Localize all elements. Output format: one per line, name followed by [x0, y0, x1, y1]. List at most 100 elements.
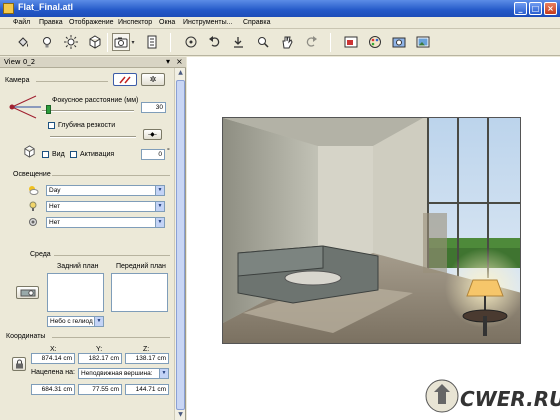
window-title: Flat_Final.atl [18, 2, 74, 12]
viewport[interactable] [187, 57, 560, 420]
foreground-label: Передний план [116, 263, 166, 270]
focal-slider-knob[interactable] [46, 105, 51, 114]
environment-heading: Среда [30, 251, 51, 258]
chevron-down-icon[interactable]: ▼ [94, 317, 103, 326]
foreground-preview[interactable] [111, 273, 168, 312]
camera-icon[interactable] [112, 33, 130, 51]
inspector-panel: View 0_2 ▾ × ▲ ▼ Камера ✲ Фокусное расст… [0, 57, 186, 420]
degree-sign: ° [167, 148, 170, 155]
coordinates-heading: Координаты [6, 333, 46, 340]
spot-light-icon [28, 217, 38, 230]
menu-bar: Файл Правка Отображение Инспектор Окна И… [0, 17, 560, 29]
background-type-value: Небо с гелиод [50, 318, 93, 325]
view-label: Вид [52, 151, 65, 158]
light-bulb-icon[interactable] [38, 33, 56, 51]
palette-icon[interactable] [366, 33, 384, 51]
app-icon [3, 3, 14, 14]
focal-length-label: Фокусное расстояние (мм) [52, 97, 139, 104]
target-x-input[interactable]: 684.31 cm [31, 384, 75, 395]
camera-link-button[interactable] [113, 73, 137, 86]
menu-file[interactable]: Файл [13, 19, 30, 26]
panel-header: View 0_2 ▾ × [0, 57, 186, 68]
focal-length-input[interactable]: 30 [141, 102, 166, 113]
watermark-logo: CWER.RU [425, 379, 560, 413]
activate-checkbox[interactable] [70, 151, 77, 158]
dropdown-icon[interactable]: ▾ [129, 33, 137, 51]
aim-target-value: Неподвижная вершина: [81, 370, 153, 377]
room-render-image [223, 118, 520, 343]
chevron-down-icon[interactable]: ▼ [155, 218, 164, 227]
divider [52, 175, 170, 176]
dof-slider-track[interactable] [50, 136, 136, 138]
camera-render-icon[interactable] [390, 33, 408, 51]
menu-help[interactable]: Справка [243, 19, 270, 26]
menu-edit[interactable]: Правка [39, 19, 63, 26]
divider [36, 81, 108, 82]
zoom-icon[interactable] [254, 33, 272, 51]
scroll-down-arrow[interactable]: ▼ [176, 410, 185, 420]
toolbar-separator [107, 33, 108, 52]
scroll-up-arrow[interactable]: ▲ [176, 68, 185, 78]
light-2-select[interactable]: Нет ▼ [46, 201, 165, 212]
y-label: Y: [96, 346, 103, 353]
sky-light-select[interactable]: Day ▼ [46, 185, 165, 196]
import-icon[interactable] [230, 33, 248, 51]
view-cube-icon [24, 145, 35, 158]
sun-icon[interactable] [62, 33, 80, 51]
background-label: Задний план [57, 263, 99, 270]
undo-icon[interactable] [206, 33, 224, 51]
pan-hand-icon[interactable] [278, 33, 296, 51]
view-checkbox[interactable] [42, 151, 49, 158]
menu-view[interactable]: Отображение [69, 19, 114, 26]
minimize-button[interactable]: _ [514, 2, 527, 15]
dof-label: Глубина резкости [58, 122, 116, 129]
page-icon[interactable] [143, 33, 161, 51]
scrollbar-thumb[interactable] [176, 80, 185, 410]
redo-icon[interactable] [302, 33, 320, 51]
cube-icon[interactable] [86, 33, 104, 51]
target-y-input[interactable]: 77.55 cm [78, 384, 122, 395]
orbit-icon[interactable] [182, 33, 200, 51]
toolbar-separator [330, 33, 331, 52]
divider [54, 255, 170, 256]
aim-target-select[interactable]: Неподвижная вершина: ▼ [78, 368, 169, 379]
camera-x-input[interactable]: 874.14 cm [31, 353, 75, 364]
lighting-heading: Освещение [13, 171, 51, 178]
render-window-icon[interactable] [342, 33, 360, 51]
menu-inspector[interactable]: Инспектор [118, 19, 152, 26]
dof-checkbox[interactable] [48, 122, 55, 129]
light-3-select[interactable]: Нет ▼ [46, 217, 165, 228]
environment-toggle-button[interactable] [16, 286, 39, 299]
panel-close-icon[interactable]: × [176, 58, 183, 66]
dof-target-button[interactable]: -◆- [143, 129, 162, 140]
sun-cloud-icon [27, 185, 39, 198]
paint-bucket-icon[interactable] [14, 33, 32, 51]
lamp-light-icon [28, 201, 38, 214]
target-z-input[interactable]: 144.71 cm [125, 384, 169, 395]
background-type-select[interactable]: Небо с гелиод ▼ [47, 316, 104, 327]
lock-button[interactable] [12, 357, 26, 371]
sky-light-value: Day [49, 187, 61, 194]
background-preview[interactable] [47, 273, 104, 312]
camera-z-input[interactable]: 138.17 cm [125, 353, 169, 364]
maximize-button[interactable]: □ [529, 2, 542, 15]
toolbar-separator [170, 33, 171, 52]
divider [52, 337, 170, 338]
light-2-value: Нет [49, 203, 61, 210]
pin-icon[interactable]: ▾ [166, 58, 170, 66]
camera-settings-button[interactable]: ✲ [141, 73, 165, 86]
menu-windows[interactable]: Окна [159, 19, 175, 26]
camera-y-input[interactable]: 182.17 cm [78, 353, 122, 364]
close-button[interactable]: × [544, 2, 557, 15]
chevron-down-icon[interactable]: ▼ [155, 186, 164, 195]
render-image[interactable] [222, 117, 521, 344]
chevron-down-icon[interactable]: ▼ [155, 202, 164, 211]
chevron-down-icon[interactable]: ▼ [159, 369, 168, 378]
watermark-text: CWER.RU [460, 387, 560, 411]
menu-tools[interactable]: Инструменты... [183, 19, 232, 26]
focal-slider-track[interactable] [42, 110, 134, 112]
angle-input[interactable]: 0 [141, 149, 165, 160]
picture-icon[interactable] [414, 33, 432, 51]
panel-scrollbar[interactable]: ▲ ▼ [174, 68, 185, 420]
camera-heading: Камера [5, 77, 30, 84]
